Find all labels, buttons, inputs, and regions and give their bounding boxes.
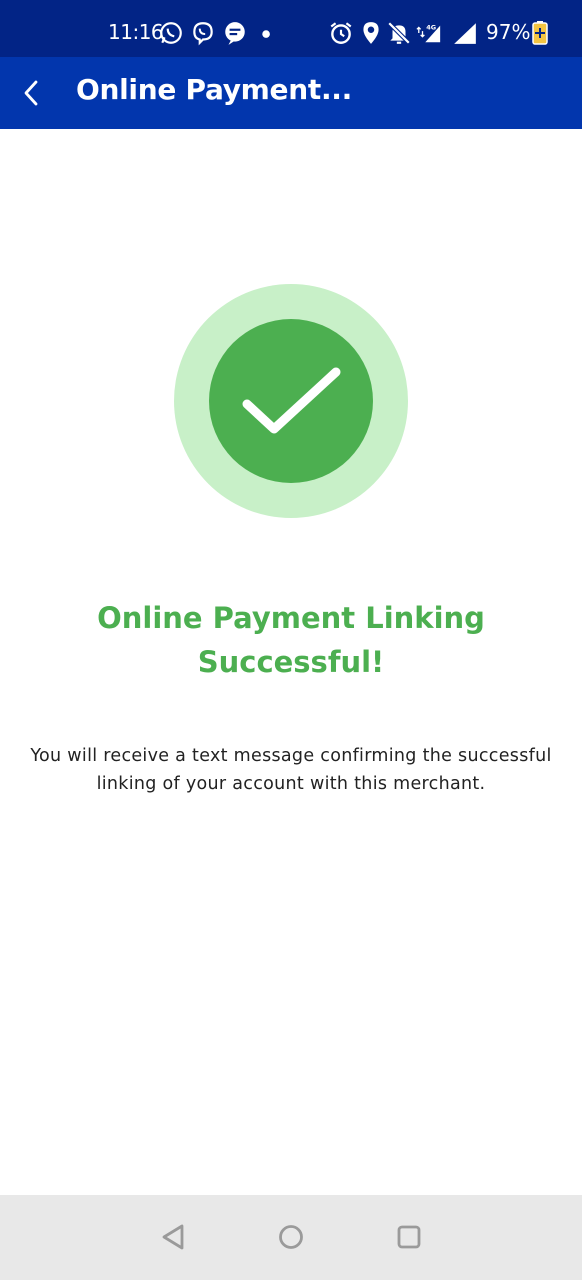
battery-percent: 97% [486, 20, 531, 44]
status-bar: 11:16 4G 97% [0, 0, 582, 57]
circle-home-icon [279, 1225, 303, 1249]
nav-back-button[interactable] [153, 1217, 193, 1257]
success-message: You will receive a text message confirmi… [30, 746, 552, 794]
success-check-icon [174, 284, 408, 518]
svg-text:4G: 4G [426, 23, 436, 31]
nav-home-button[interactable] [271, 1217, 311, 1257]
back-arrow-icon [24, 80, 38, 106]
alarm-icon [330, 22, 352, 44]
nav-recents-button[interactable] [389, 1217, 429, 1257]
dot-icon [262, 30, 270, 38]
triangle-back-icon [162, 1224, 184, 1250]
status-time: 11:16 [108, 20, 164, 44]
app-bar: Online Payment... [0, 57, 582, 129]
signal-4g-icon: 4G [416, 23, 441, 43]
back-button[interactable] [12, 71, 52, 115]
message-icon [225, 22, 245, 45]
battery-icon [532, 21, 548, 45]
location-icon [363, 22, 379, 44]
viber-icon [193, 22, 213, 46]
navigation-bar [0, 1195, 582, 1280]
success-title: Online Payment Linking Successful! [97, 601, 485, 679]
page-title: Online Payment... [76, 73, 352, 106]
square-recents-icon [397, 1225, 421, 1249]
whatsapp-icon [160, 22, 182, 44]
bell-muted-icon [387, 21, 411, 45]
signal-icon [454, 23, 476, 44]
